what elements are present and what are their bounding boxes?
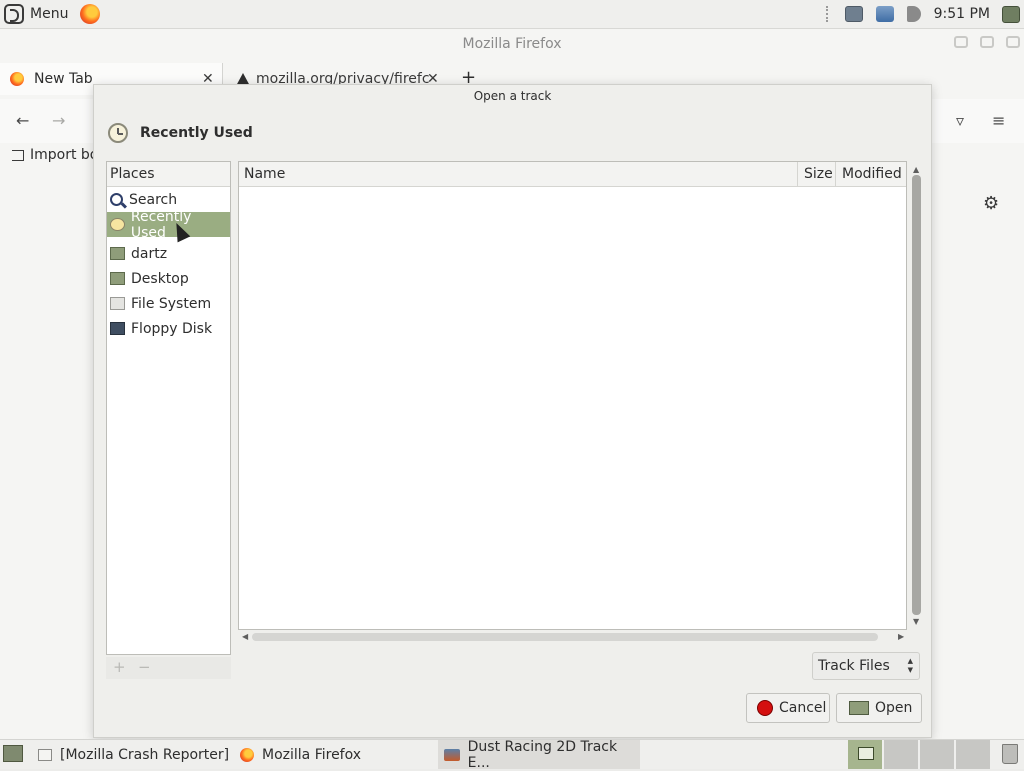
taskbar-item-label: Dust Racing 2D Track E... [467, 738, 618, 771]
open-folder-icon [849, 701, 869, 715]
open-button[interactable]: Open [836, 693, 922, 723]
place-label: File System [131, 295, 212, 312]
minimize-icon[interactable] [954, 36, 968, 48]
recent-icon [110, 218, 125, 231]
system-tray: 9:51 PM [825, 0, 1024, 28]
import-icon [12, 149, 24, 161]
dust-racing-icon [444, 748, 460, 761]
taskbar-item-label: Mozilla Firefox [262, 746, 362, 763]
places-header[interactable]: Places [107, 162, 230, 187]
filesystem-icon [110, 297, 125, 310]
system-monitor-icon[interactable] [1002, 5, 1020, 23]
place-label: Desktop [131, 270, 189, 287]
pocket-icon[interactable]: ▿ [956, 111, 964, 130]
workspace-1[interactable] [848, 740, 884, 769]
menu-label: Menu [30, 6, 69, 22]
firefox-icon [240, 747, 254, 762]
hamburger-menu-icon[interactable]: ≡ [992, 111, 1005, 130]
column-modified[interactable]: Modified [835, 162, 910, 186]
places-sidebar: Places Search Recently Used dartz Deskto… [106, 161, 231, 655]
top-panel: Menu 9:51 PM [0, 0, 1024, 29]
place-floppy[interactable]: Floppy Disk [107, 316, 230, 341]
import-bookmarks-button[interactable]: Import bo [12, 147, 98, 163]
taskbar: [Mozilla Crash Reporter] Mozilla Firefox… [0, 738, 1024, 771]
tray-separator [825, 6, 831, 22]
place-home[interactable]: dartz [107, 241, 230, 266]
open-track-dialog: Open a track Recently Used Places Search… [93, 84, 932, 738]
cancel-label: Cancel [779, 700, 827, 716]
menu-button[interactable]: Menu [4, 3, 68, 25]
window-title: Mozilla Firefox [462, 36, 562, 52]
clock[interactable]: 9:51 PM [934, 6, 990, 22]
workspace-2[interactable] [884, 740, 920, 769]
horizontal-scrollbar[interactable]: ◀ ▶ [242, 632, 906, 642]
place-label: Search [129, 191, 178, 208]
firefox-launcher-icon[interactable] [80, 4, 100, 24]
column-name[interactable]: Name [244, 162, 285, 186]
workspace-4[interactable] [956, 740, 992, 769]
location-label: Recently Used [140, 125, 253, 141]
network-icon[interactable] [875, 6, 894, 22]
taskbar-item-label: [Mozilla Crash Reporter] [60, 746, 230, 763]
workspace-switcher [848, 740, 992, 769]
search-icon [110, 193, 123, 206]
scroll-right-icon[interactable]: ▶ [898, 632, 904, 641]
remove-bookmark-button[interactable]: − [138, 658, 151, 676]
maximize-icon[interactable] [980, 36, 994, 48]
vertical-scrollbar[interactable]: ▲ ▼ [912, 165, 921, 627]
taskbar-item-crash-reporter[interactable]: [Mozilla Crash Reporter] [38, 740, 234, 769]
taskbar-item-dust-racing[interactable]: Dust Racing 2D Track E... [438, 738, 640, 771]
scroll-up-icon[interactable]: ▲ [913, 165, 919, 174]
home-folder-icon [110, 247, 125, 260]
workspace-3[interactable] [920, 740, 956, 769]
filter-value: Track Files [818, 658, 890, 674]
back-icon[interactable]: ← [16, 111, 29, 130]
dialog-title: Open a track [473, 89, 552, 103]
taskbar-item-firefox[interactable]: Mozilla Firefox [240, 740, 432, 769]
places-buttons: + − [106, 657, 231, 679]
vertical-scroll-thumb[interactable] [912, 175, 921, 615]
desktop-folder-icon [110, 272, 125, 285]
forward-icon[interactable]: → [52, 111, 65, 130]
recent-clock-icon [108, 123, 128, 143]
window-icon [38, 748, 52, 761]
floppy-icon [110, 322, 125, 335]
file-list-header: Name Size Modified [239, 162, 906, 187]
show-desktop-icon[interactable] [3, 745, 23, 762]
window-thumbnail [858, 747, 874, 760]
place-label: Floppy Disk [131, 320, 213, 337]
cancel-icon [757, 700, 773, 716]
file-list[interactable]: Name Size Modified [238, 161, 907, 630]
mint-logo-icon [4, 4, 24, 24]
update-manager-icon[interactable] [844, 6, 863, 22]
add-bookmark-button[interactable]: + [113, 658, 126, 676]
trash-icon[interactable] [1002, 744, 1018, 764]
place-label: dartz [131, 245, 168, 262]
place-file-system[interactable]: File System [107, 291, 230, 316]
gear-icon[interactable]: ⚙ [983, 193, 999, 214]
scroll-down-icon[interactable]: ▼ [913, 617, 919, 626]
file-type-filter[interactable]: Track Files ▲ ▼ [812, 652, 920, 680]
import-label: Import bo [30, 147, 99, 163]
horizontal-scroll-thumb[interactable] [252, 633, 878, 641]
chevron-updown-icon: ▲ ▼ [907, 657, 913, 674]
close-window-icon[interactable] [1006, 36, 1020, 48]
volume-icon[interactable] [906, 6, 921, 22]
open-label: Open [875, 700, 913, 716]
cancel-button[interactable]: Cancel [746, 693, 830, 723]
place-desktop[interactable]: Desktop [107, 266, 230, 291]
location-header: Recently Used [108, 122, 253, 144]
scroll-left-icon[interactable]: ◀ [242, 632, 248, 641]
place-recently-used[interactable]: Recently Used [107, 209, 230, 241]
